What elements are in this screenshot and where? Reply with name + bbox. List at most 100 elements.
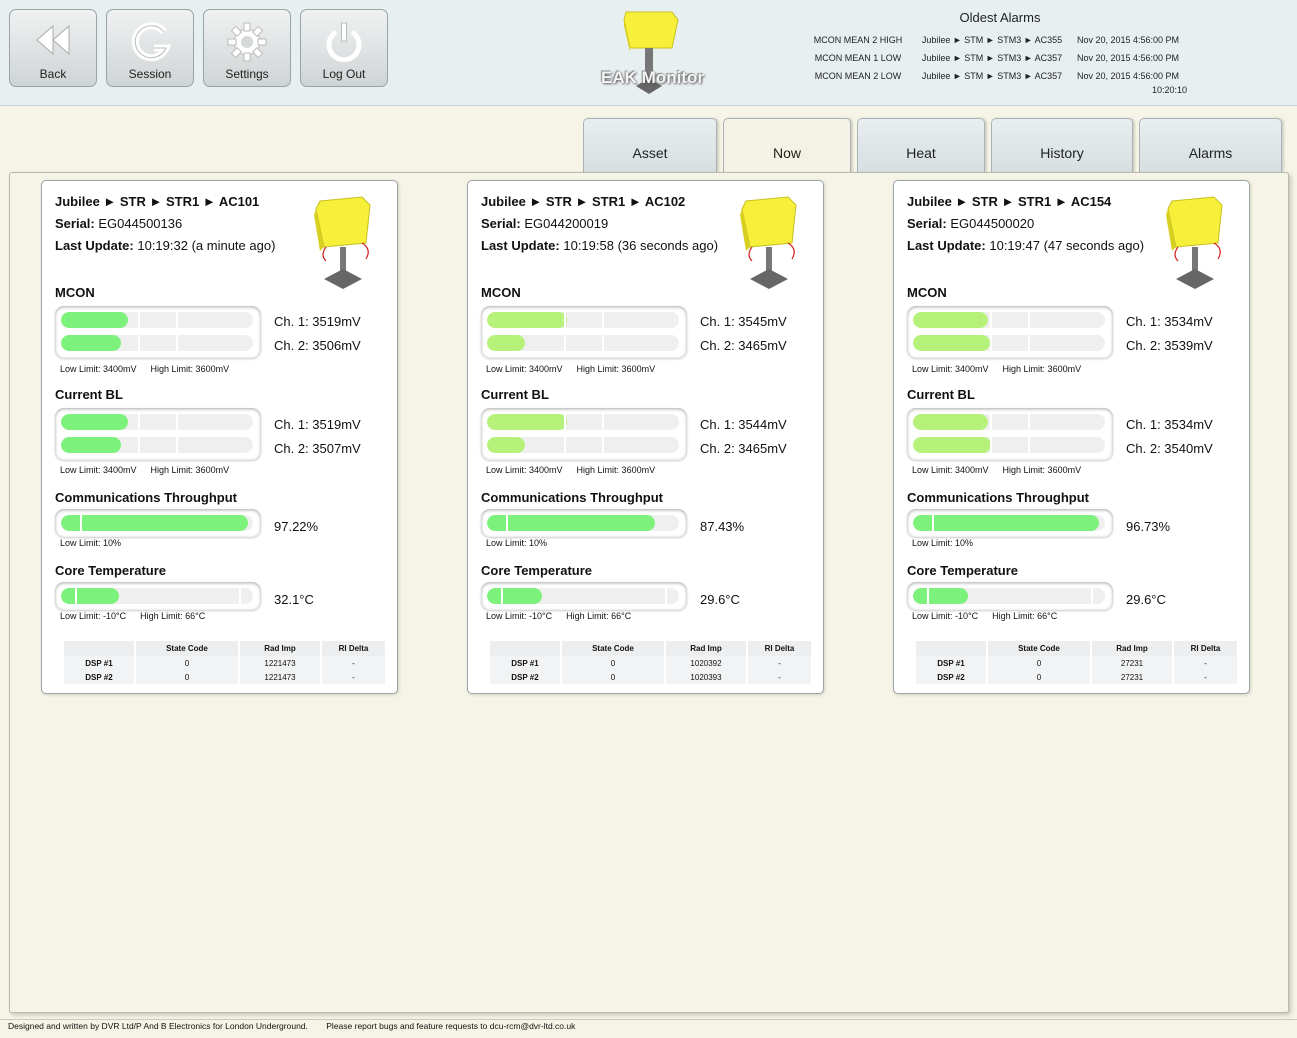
tab-heat[interactable]: Heat xyxy=(857,118,985,172)
asset-path: Jubilee ► STR ► STR1 ► AC154 xyxy=(907,194,1112,209)
dsp-header-row: State Code Rad Imp RI Delta xyxy=(64,641,385,656)
current-bl-title: Current BL xyxy=(481,387,549,402)
tab-now[interactable]: Now xyxy=(723,118,851,172)
alarm-row[interactable]: MCON MEAN 2 LOW Jubilee ► STM ► STM3 ► A… xyxy=(800,67,1200,85)
dsp-name: DSP #2 xyxy=(64,670,134,684)
app-title: EAK Monitor xyxy=(601,68,704,87)
core-temp-limits: Low Limit: -10°C High Limit: 66°C xyxy=(60,611,219,621)
back-button[interactable]: Back xyxy=(9,9,97,87)
mcon-ch1-bar xyxy=(487,312,567,328)
bl-ch2-value: Ch. 2: 3540mV xyxy=(1126,441,1213,456)
dsp-ri-delta: - xyxy=(322,670,385,684)
settings-label: Settings xyxy=(225,67,269,81)
comms-bar xyxy=(913,515,1099,531)
core-temp-title: Core Temperature xyxy=(481,563,593,578)
comms-gauge xyxy=(55,509,261,537)
core-temp-value: 32.1°C xyxy=(274,592,314,607)
serial-label: Serial: xyxy=(481,216,521,231)
low-limit: Low Limit: 3400mV xyxy=(912,364,989,374)
alarm-row[interactable]: MCON MEAN 1 LOW Jubilee ► STM ► STM3 ► A… xyxy=(800,49,1200,67)
dsp-table: State Code Rad Imp RI Delta DSP #1 0 122… xyxy=(62,641,387,684)
alarms-title: Oldest Alarms xyxy=(959,10,1041,25)
footer: Designed and written by DVR Ltd/P And B … xyxy=(8,1021,591,1031)
dsp-name: DSP #1 xyxy=(490,656,560,670)
device-icon xyxy=(1166,196,1223,289)
current-bl-gauge xyxy=(55,408,261,460)
comms-title: Communications Throughput xyxy=(481,490,663,505)
alarm-name: MCON MEAN 1 LOW xyxy=(814,53,902,63)
last-update-value: 10:19:47 (47 seconds ago) xyxy=(989,238,1145,253)
alarm-name: MCON MEAN 2 HIGH xyxy=(813,35,903,45)
bl-ch1-bar xyxy=(913,414,988,430)
comms-gauge xyxy=(907,509,1113,537)
dsp-rad-imp: 1020392 xyxy=(666,656,746,670)
low-limit: Low Limit: 10% xyxy=(912,538,974,548)
dsp-header xyxy=(916,641,986,656)
current-bl-title: Current BL xyxy=(907,387,975,402)
high-limit: High Limit: 3600mV xyxy=(576,465,656,475)
footer-credit: Designed and written by DVR Ltd/P And B … xyxy=(8,1021,308,1031)
table-row: DSP #2 0 1221473 - xyxy=(64,670,385,684)
settings-button[interactable]: Settings xyxy=(203,9,291,87)
tab-history[interactable]: History xyxy=(991,118,1133,172)
logout-label: Log Out xyxy=(322,67,366,81)
core-temp-title: Core Temperature xyxy=(907,563,1019,578)
mcon-ch1-value: Ch. 1: 3545mV xyxy=(700,314,787,329)
asset-card[interactable]: Jubilee ► STR ► STR1 ► AC102 Serial: EG0… xyxy=(467,180,824,694)
serial-value: EG044500020 xyxy=(950,216,1035,231)
low-limit: Low Limit: -10°C xyxy=(912,611,979,621)
comms-bar xyxy=(487,515,655,531)
alarm-path: Jubilee ► STM ► STM3 ► AC355 xyxy=(921,35,1063,45)
session-button[interactable]: Session xyxy=(106,9,194,87)
dsp-header: State Code xyxy=(136,641,238,656)
dsp-header: RI Delta xyxy=(322,641,385,656)
serial-label: Serial: xyxy=(55,216,95,231)
dsp-state: 0 xyxy=(988,670,1090,684)
oldest-alarms-panel: Oldest Alarms MCON MEAN 2 HIGH Jubilee ►… xyxy=(800,10,1200,95)
dsp-name: DSP #2 xyxy=(490,670,560,684)
mcon-ch2-value: Ch. 2: 3465mV xyxy=(700,338,787,353)
tab-alarms[interactable]: Alarms xyxy=(1139,118,1282,172)
serial-line: Serial: EG044200019 xyxy=(481,216,608,231)
footer-report: Please report bugs and feature requests … xyxy=(326,1021,576,1031)
alarm-row[interactable]: MCON MEAN 2 HIGH Jubilee ► STM ► STM3 ► … xyxy=(800,31,1200,49)
dsp-rad-imp: 1221473 xyxy=(240,670,320,684)
last-update-line: Last Update: 10:19:47 (47 seconds ago) xyxy=(907,238,1144,253)
mcon-title: MCON xyxy=(481,285,521,300)
dsp-header-row: State Code Rad Imp RI Delta xyxy=(490,641,811,656)
dsp-header xyxy=(490,641,560,656)
mcon-gauge xyxy=(55,306,261,358)
bl-ch2-value: Ch. 2: 3465mV xyxy=(700,441,787,456)
mcon-ch2-value: Ch. 2: 3506mV xyxy=(274,338,361,353)
comms-title: Communications Throughput xyxy=(55,490,237,505)
session-label: Session xyxy=(128,67,172,81)
footer-divider xyxy=(0,1019,1297,1020)
gear-icon xyxy=(227,22,267,62)
last-update-label: Last Update: xyxy=(481,238,560,253)
high-limit: High Limit: 3600mV xyxy=(576,364,656,374)
last-update-line: Last Update: 10:19:32 (a minute ago) xyxy=(55,238,275,253)
mcon-limits: Low Limit: 3400mV High Limit: 3600mV xyxy=(486,364,669,374)
logout-button[interactable]: Log Out xyxy=(300,9,388,87)
top-toolbar: Back Session Settings Log Out EAK Monito… xyxy=(0,0,1297,106)
bl-ch2-bar xyxy=(487,437,525,453)
current-bl-gauge xyxy=(907,408,1113,460)
table-row: DSP #2 0 27231 - xyxy=(916,670,1237,684)
mcon-ch2-bar xyxy=(913,335,990,351)
dsp-name: DSP #1 xyxy=(916,656,986,670)
device-icon xyxy=(314,196,371,289)
asset-card[interactable]: Jubilee ► STR ► STR1 ► AC154 Serial: EG0… xyxy=(893,180,1250,694)
comms-limits: Low Limit: 10% xyxy=(486,538,561,548)
table-row: DSP #1 0 27231 - xyxy=(916,656,1237,670)
dsp-header: RI Delta xyxy=(748,641,811,656)
asset-card[interactable]: Jubilee ► STR ► STR1 ► AC101 Serial: EG0… xyxy=(41,180,398,694)
tab-asset[interactable]: Asset xyxy=(583,118,717,172)
bl-ch1-value: Ch. 1: 3544mV xyxy=(700,417,787,432)
bl-ch1-value: Ch. 1: 3519mV xyxy=(274,417,361,432)
dsp-state: 0 xyxy=(562,656,664,670)
dsp-header: Rad Imp xyxy=(1092,641,1172,656)
last-update-label: Last Update: xyxy=(55,238,134,253)
last-update-value: 10:19:58 (36 seconds ago) xyxy=(563,238,719,253)
dsp-ri-delta: - xyxy=(748,656,811,670)
dsp-name: DSP #2 xyxy=(916,670,986,684)
